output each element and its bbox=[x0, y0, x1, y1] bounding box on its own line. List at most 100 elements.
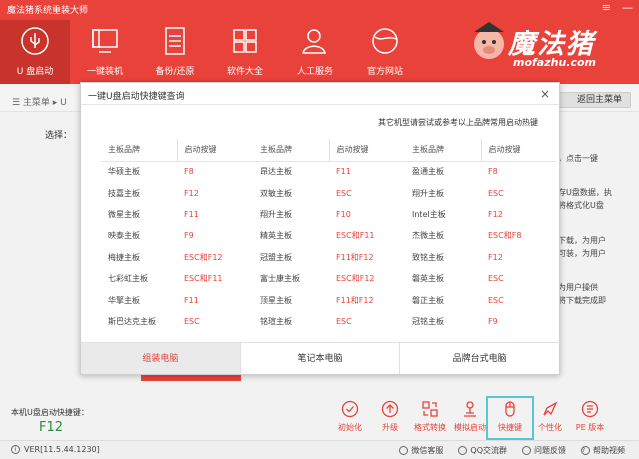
pe-icon bbox=[581, 400, 599, 418]
boot-key-cell: ESC和F8 bbox=[488, 231, 522, 241]
help-icon: ? bbox=[581, 446, 590, 455]
menu-icon[interactable]: ≡ bbox=[602, 1, 611, 14]
hotkey-dialog: 一键U盘启动快捷键查询 × 其它机型请尝试或参考以上品牌常用启动热键 主板品牌 … bbox=[80, 82, 560, 375]
board-brand-cell: 翔升主板 bbox=[260, 209, 292, 219]
table-row: 华硕主板 F8 昂达主板 F11 盈通主板 F8 bbox=[101, 161, 557, 182]
select-label: 选择： bbox=[45, 131, 73, 141]
board-brand-cell: 微星主板 bbox=[108, 209, 140, 219]
upgrade-button[interactable]: 升级 bbox=[370, 400, 410, 436]
table-row: 斯巴达克主板 ESC 铭瑄主板 ESC 冠铭主板 F9 bbox=[101, 311, 557, 332]
back-to-main-button[interactable]: 返回主菜单 bbox=[555, 92, 631, 108]
minimize-icon[interactable]: — bbox=[622, 1, 633, 14]
boot-key-cell: F9 bbox=[488, 316, 498, 326]
tab-brand-desktop[interactable]: 品牌台式电脑 bbox=[399, 343, 560, 374]
boot-key-cell: ESC和F11 bbox=[184, 274, 223, 284]
wechat-icon bbox=[399, 446, 409, 455]
pe-version-button[interactable]: PE 版本 bbox=[570, 400, 610, 436]
board-brand-cell: 梅捷主板 bbox=[108, 252, 140, 262]
nav-label: 人工服务 bbox=[296, 67, 333, 77]
feedback-link[interactable]: 问题反馈 bbox=[522, 445, 566, 456]
boot-key-cell: F11 bbox=[184, 295, 199, 305]
brush-icon bbox=[543, 401, 558, 416]
tool-label: 快捷键 bbox=[498, 423, 522, 432]
board-brand-cell: 七彩虹主板 bbox=[108, 274, 148, 284]
board-brand-cell: 铭瑄主板 bbox=[260, 316, 292, 326]
version-text: VER[11.5.44.1230] bbox=[24, 445, 100, 454]
boot-key-cell: F11 bbox=[184, 209, 199, 219]
nav-official-site[interactable]: 官方网站 bbox=[350, 20, 420, 84]
boot-key-cell: ESC和F11 bbox=[336, 231, 375, 241]
tool-label: PE 版本 bbox=[575, 423, 605, 432]
boot-key-cell: F11 bbox=[336, 167, 351, 177]
init-button[interactable]: 初始化 bbox=[330, 400, 370, 436]
wechat-support-link[interactable]: 微信客服 bbox=[399, 445, 443, 456]
hotkey-button[interactable]: 快捷键 bbox=[486, 396, 534, 440]
mouse-icon bbox=[505, 401, 515, 417]
boot-key-cell: ESC bbox=[488, 274, 504, 284]
board-brand-cell: 富士康主板 bbox=[260, 274, 300, 284]
board-brand-cell: 顶星主板 bbox=[260, 295, 292, 305]
dialog-note: 其它机型请尝试或参考以上品牌常用启动热键 bbox=[378, 118, 538, 127]
close-icon[interactable]: × bbox=[540, 87, 550, 101]
boot-key-cell: F9 bbox=[184, 231, 194, 241]
personalize-button[interactable]: 个性化 bbox=[530, 400, 570, 436]
boot-key-cell: ESC和F12 bbox=[184, 252, 223, 262]
breadcrumb[interactable]: ☰ 主菜单 ▸ U bbox=[12, 95, 67, 108]
nav-software[interactable]: 软件大全 bbox=[210, 20, 280, 84]
side-text: 将格式化U盘 bbox=[558, 201, 604, 210]
format-convert-button[interactable]: 格式转换 bbox=[410, 400, 450, 436]
computer-icon bbox=[70, 20, 140, 56]
nav-human-service[interactable]: 人工服务 bbox=[280, 20, 350, 84]
progress-strip bbox=[141, 375, 241, 381]
column-header: 主板品牌 bbox=[253, 139, 329, 162]
convert-icon bbox=[422, 401, 438, 417]
boot-key-cell: F8 bbox=[184, 167, 194, 177]
tab-laptop[interactable]: 笔记本电脑 bbox=[239, 343, 400, 374]
status-bar: i VER[11.5.44.1230] 微信客服 QQ交流群 问题反馈 ? 帮助视… bbox=[0, 440, 639, 459]
qq-icon bbox=[458, 446, 468, 455]
app-title: 魔法猪系统重装大师 bbox=[7, 6, 89, 16]
nav-backup-restore[interactable]: 备份/还原 bbox=[140, 20, 210, 84]
table-header-row: 主板品牌 启动按键 主板品牌 启动按键 主板品牌 启动按键 bbox=[101, 139, 557, 162]
link-label: QQ交流群 bbox=[470, 446, 507, 455]
upload-icon bbox=[381, 400, 399, 418]
feedback-icon bbox=[522, 446, 531, 455]
brand-logo: 魔法猪 mofazhu.com bbox=[470, 18, 630, 76]
logo-text-en: mofazhu.com bbox=[513, 56, 597, 69]
qq-group-link[interactable]: QQ交流群 bbox=[458, 445, 507, 456]
dialog-title: 一键U盘启动快捷键查询 bbox=[88, 92, 185, 102]
simulate-icon bbox=[464, 401, 476, 417]
boot-key-cell: F8 bbox=[488, 167, 498, 177]
hotkey-value: F12 bbox=[39, 420, 64, 435]
nav-one-click-install[interactable]: 一键装机 bbox=[70, 20, 140, 84]
tool-label: 初始化 bbox=[338, 423, 362, 432]
nav-label: U 盘启动 bbox=[16, 67, 54, 77]
table-row: 微星主板 F11 翔升主板 F10 Intel主板 F12 bbox=[101, 204, 557, 225]
table-row: 技嘉主板 F12 双敏主板 ESC 翔升主板 ESC bbox=[101, 182, 557, 203]
nav-usb-boot[interactable]: U 盘启动 bbox=[0, 20, 70, 84]
help-video-link[interactable]: ? 帮助视频 bbox=[581, 445, 625, 456]
pig-logo-icon bbox=[474, 22, 504, 59]
globe-icon bbox=[350, 20, 420, 56]
header: 魔法猪系统重装大师 ≡ — U 盘启动 一键装机 备份/还原 软件大全 人工服务… bbox=[0, 0, 639, 84]
board-brand-cell: 磐正主板 bbox=[412, 295, 444, 305]
info-icon: i bbox=[11, 445, 20, 454]
board-brand-cell: 杰微主板 bbox=[412, 231, 444, 241]
link-label: 微信客服 bbox=[411, 446, 444, 455]
board-brand-cell: 映泰主板 bbox=[108, 231, 140, 241]
board-brand-cell: 华擎主板 bbox=[108, 295, 140, 305]
board-brand-cell: 双敏主板 bbox=[260, 188, 292, 198]
table-row: 映泰主板 F9 精英主板 ESC和F11 杰微主板 ESC和F8 bbox=[101, 225, 557, 246]
version-info: i VER[11.5.44.1230] bbox=[11, 445, 100, 454]
bottom-toolbar: 初始化 升级 格式转换 模拟启动 快捷键 个性化 PE 版本 bbox=[330, 396, 610, 440]
hotkey-table: 主板品牌 启动按键 主板品牌 启动按键 主板品牌 启动按键 华硕主板 F8 昂达主板… bbox=[101, 139, 557, 332]
tool-label: 个性化 bbox=[538, 423, 562, 432]
user-service-icon bbox=[280, 20, 350, 56]
tool-label: 升级 bbox=[382, 423, 398, 432]
tab-assembled-pc[interactable]: 组装电脑 bbox=[81, 343, 240, 374]
board-brand-cell: 精英主板 bbox=[260, 231, 292, 241]
board-brand-cell: 磐英主板 bbox=[412, 274, 444, 284]
dialog-tabs: 组装电脑 笔记本电脑 品牌台式电脑 bbox=[81, 342, 560, 374]
simulate-boot-button[interactable]: 模拟启动 bbox=[450, 400, 490, 436]
boot-key-cell: F12 bbox=[488, 209, 503, 219]
